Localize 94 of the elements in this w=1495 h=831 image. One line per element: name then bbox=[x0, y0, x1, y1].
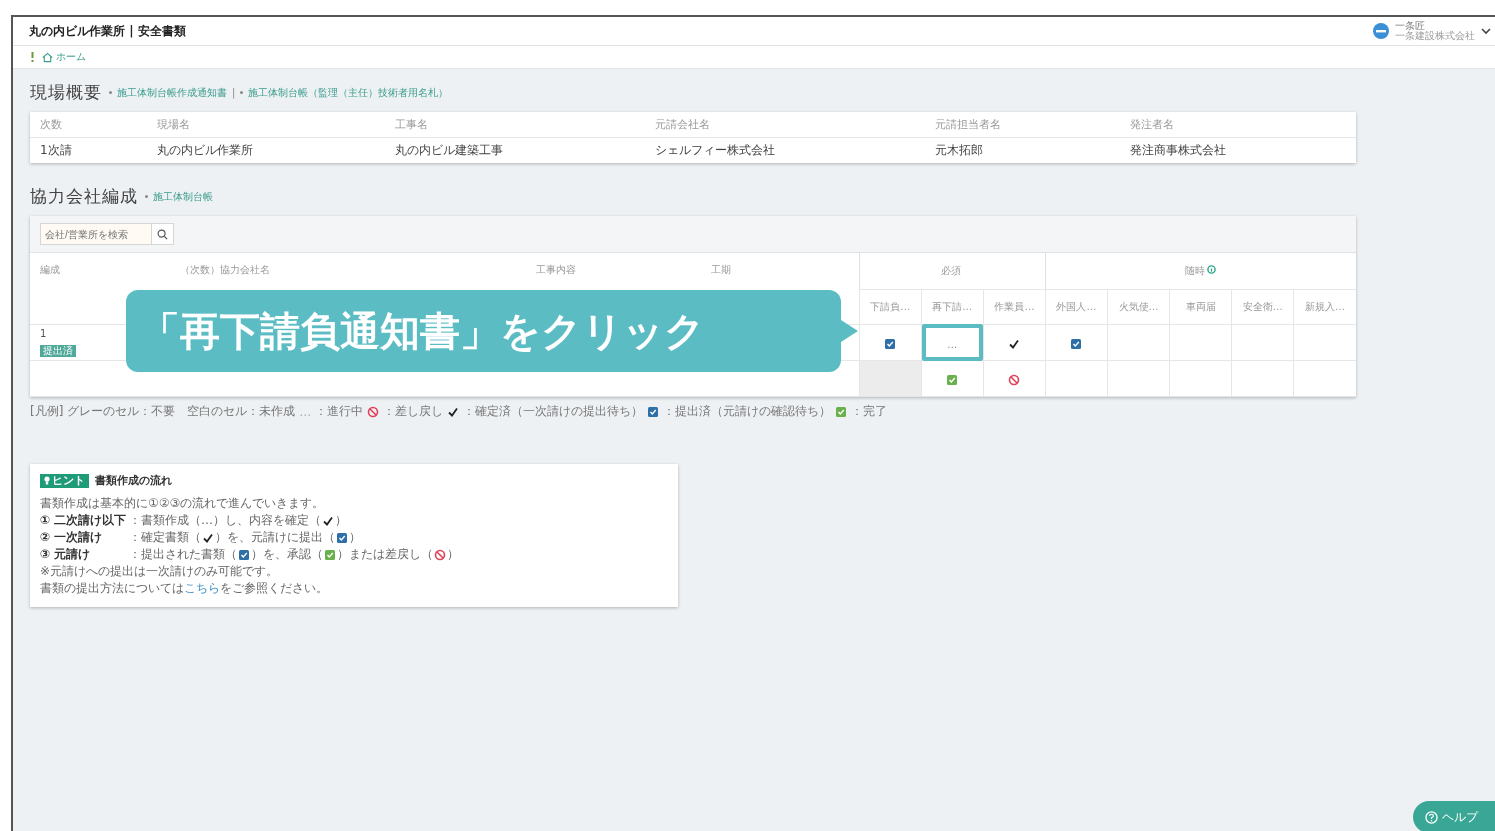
legend-text: ：確定済（一次請けの提出待ち） bbox=[463, 403, 644, 420]
home-link[interactable]: ホーム bbox=[42, 50, 86, 64]
home-icon bbox=[42, 51, 53, 63]
search-field[interactable]: 会社/営業所を検索 bbox=[40, 223, 174, 245]
status-cell[interactable]: … bbox=[921, 324, 984, 361]
column-header: 次数 bbox=[30, 112, 147, 138]
status-badge: 提出済 bbox=[40, 345, 76, 357]
legend-text: ：進行中 bbox=[315, 403, 364, 420]
document-link[interactable]: 施工体制台帳作成通知書 bbox=[117, 85, 227, 100]
column-header: 下請負… bbox=[859, 289, 922, 325]
column-header: 元請担当者名 bbox=[925, 112, 1120, 138]
status-cell[interactable] bbox=[1169, 324, 1232, 361]
step-text: ）を、承認（ bbox=[251, 546, 323, 563]
checked-box-icon bbox=[946, 373, 959, 386]
status-cell[interactable] bbox=[983, 360, 1046, 397]
column-header: 発注者名 bbox=[1120, 112, 1356, 138]
user-name: 一条匠 bbox=[1395, 21, 1425, 31]
column-header: 外国人… bbox=[1045, 289, 1108, 325]
column-header: 元請会社名 bbox=[645, 112, 925, 138]
step-text: ：確定書類（ bbox=[129, 529, 201, 546]
highlight-frame bbox=[921, 324, 983, 361]
column-header: 作業員… bbox=[983, 289, 1046, 325]
section-title: 協力会社編成 bbox=[30, 185, 138, 208]
chevron-down-icon[interactable] bbox=[1481, 27, 1491, 35]
legend-text: ：完了 bbox=[851, 403, 888, 420]
status-cell[interactable] bbox=[859, 324, 922, 361]
table-cell: 元木拓郎 bbox=[925, 137, 1120, 163]
bullet-icon bbox=[109, 91, 112, 94]
link-separator: | bbox=[232, 87, 236, 98]
status-cell[interactable] bbox=[1169, 360, 1232, 397]
status-cell[interactable] bbox=[1293, 324, 1356, 361]
column-group-header: 必須 bbox=[941, 265, 962, 276]
exclamation-icon bbox=[31, 52, 34, 62]
step-text: ：提出された書類（ bbox=[129, 546, 237, 563]
info-icon[interactable] bbox=[1207, 265, 1217, 274]
column-header: 現場名 bbox=[147, 112, 385, 138]
help-icon bbox=[1425, 810, 1438, 824]
status-cell[interactable] bbox=[1293, 360, 1356, 397]
here-link[interactable]: こちら bbox=[184, 581, 220, 595]
callout-pointer bbox=[841, 320, 858, 342]
step-text: ） bbox=[447, 546, 459, 563]
status-cell[interactable] bbox=[1231, 360, 1294, 397]
step-label: ① 二次請け以下 bbox=[40, 512, 128, 529]
row-number: 1 bbox=[40, 328, 48, 339]
status-cell[interactable] bbox=[1045, 324, 1108, 361]
table-cell: 発注商事株式会社 bbox=[1120, 137, 1356, 163]
checked-box-icon bbox=[1070, 337, 1083, 350]
hint-text: 書類の提出方法についてはこちら をご参照ください。 bbox=[40, 580, 329, 597]
column-header: 安全衛… bbox=[1231, 289, 1294, 325]
checked-box-icon bbox=[884, 337, 897, 350]
hint-badge: ヒント bbox=[40, 473, 89, 488]
instruction-callout: 「再下請負通知書」をクリック bbox=[126, 290, 841, 372]
table-cell: シェルフィー株式会社 bbox=[645, 137, 925, 163]
help-button[interactable]: ヘルプ bbox=[1413, 801, 1495, 831]
table-cell: 1次請 bbox=[30, 137, 147, 163]
bullet-icon bbox=[145, 195, 148, 198]
status-cell[interactable] bbox=[983, 324, 1046, 361]
legend-text: [凡例] グレーのセル：不要 空白のセル：未作成 bbox=[30, 403, 296, 420]
status-cell[interactable] bbox=[1231, 324, 1294, 361]
table-cell: 丸の内ビル作業所 bbox=[147, 137, 385, 163]
prohibited-icon bbox=[1008, 373, 1021, 386]
column-header: 火気使… bbox=[1107, 289, 1170, 325]
column-header: 車両届 bbox=[1169, 289, 1232, 325]
step-label: ② 一次請け bbox=[40, 529, 104, 546]
status-cell[interactable] bbox=[1107, 324, 1170, 361]
step-text: ：書類作成（…）し、内容を確定（ bbox=[129, 512, 321, 529]
hint-title: 書類作成の流れ bbox=[95, 473, 172, 489]
column-header: 新規入… bbox=[1293, 289, 1356, 325]
legend-text: ：提出済（元請けの確認待ち） bbox=[663, 403, 832, 420]
hint-note: ※元請けへの提出は一次請けのみ可能です。 bbox=[40, 563, 280, 580]
step-text: ）を、元請けに提出（ bbox=[215, 529, 335, 546]
step-text: ）または差戻し（ bbox=[337, 546, 433, 563]
status-cell[interactable] bbox=[921, 360, 984, 397]
legend-text: ：差し戻し bbox=[383, 403, 444, 420]
table-cell: 丸の内ビル建築工事 bbox=[385, 137, 645, 163]
step-text: ） bbox=[349, 529, 361, 546]
column-header: 再下請… bbox=[921, 289, 984, 325]
step-text: ） bbox=[335, 512, 347, 529]
check-icon bbox=[1008, 337, 1021, 350]
step-label: ③ 元請け bbox=[40, 546, 92, 563]
user-avatar-icon bbox=[1373, 23, 1389, 39]
column-header: 工事名 bbox=[385, 112, 645, 138]
search-icon bbox=[157, 228, 168, 240]
ellipsis-symbol: … bbox=[299, 404, 312, 419]
status-cell[interactable] bbox=[1045, 360, 1108, 397]
hint-text: 書類作成は基本的に①②③の流れで進んでいきます。 bbox=[40, 495, 326, 512]
document-link[interactable]: 施工体制台帳 bbox=[153, 189, 213, 204]
document-link[interactable]: 施工体制台帳（監理（主任）技術者用名札） bbox=[248, 85, 449, 100]
section-title: 現場概要 bbox=[30, 81, 102, 104]
lightbulb-icon bbox=[44, 476, 50, 485]
bullet-icon bbox=[240, 91, 244, 94]
status-cell[interactable] bbox=[1107, 360, 1170, 397]
column-group-header: 随時 bbox=[1185, 265, 1206, 276]
page-title: 丸の内ビル作業所 | 安全書類 bbox=[29, 22, 186, 40]
